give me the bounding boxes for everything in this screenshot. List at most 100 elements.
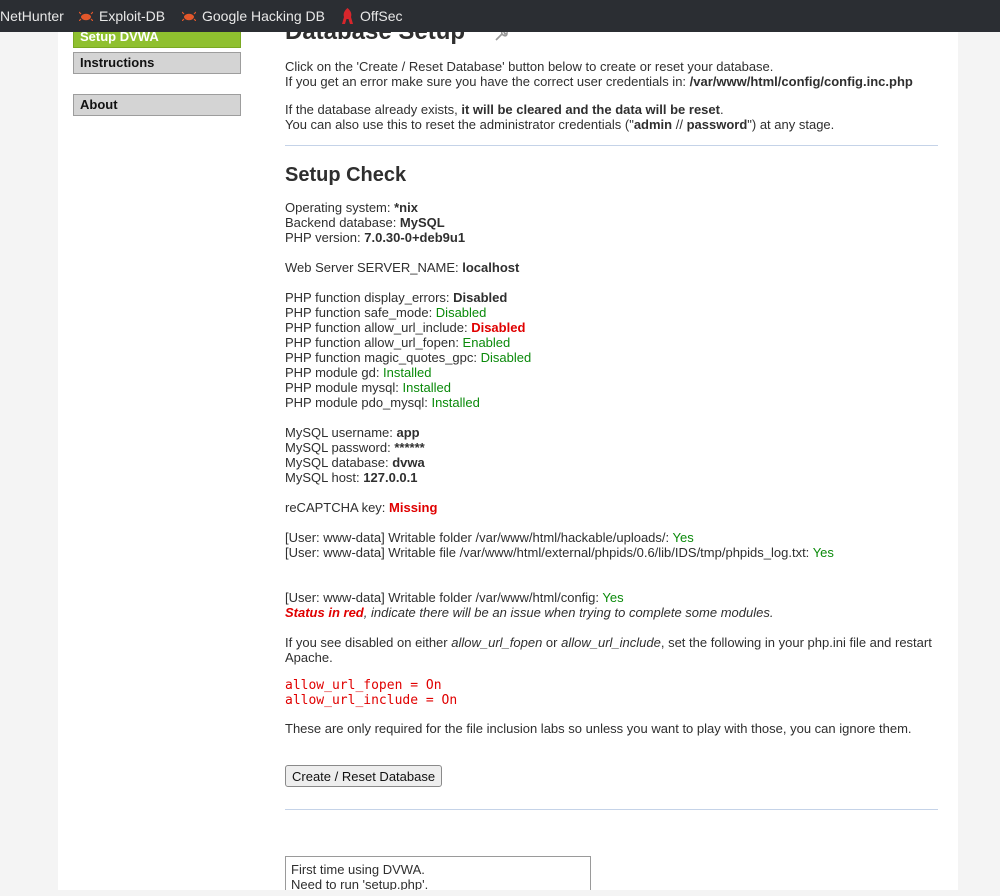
- php-module-row: PHP module mysql: Installed: [285, 380, 451, 395]
- status-value: Yes: [672, 530, 694, 545]
- php-function-row: PHP function allow_url_fopen: Enabled: [285, 335, 510, 350]
- row-label: MySQL database:: [285, 455, 393, 470]
- status-value: Installed: [402, 380, 451, 395]
- about-menu-block: About: [73, 94, 241, 116]
- mysql-row: MySQL host: 127.0.0.1: [285, 470, 418, 485]
- bookmark-label: Exploit-DB: [99, 8, 166, 24]
- intro-line-2: If you get an error make sure you have t…: [285, 74, 913, 89]
- row-label: [User: www-data] Writable file /var/www/…: [285, 545, 813, 560]
- info-line: First time using DVWA.: [291, 862, 425, 877]
- row-value: *nix: [394, 200, 418, 215]
- bookmark-label: OffSec: [360, 8, 403, 24]
- mysql-row: MySQL database: dvwa: [285, 455, 425, 470]
- status-note: Status in red, indicate there will be an…: [285, 605, 773, 620]
- config-path: /var/www/html/config/config.inc.php: [689, 74, 913, 89]
- bookmark-nethunter[interactable]: NetHunter: [0, 0, 64, 32]
- intro-text: .: [719, 102, 724, 117]
- labs-note: These are only required for the file inc…: [285, 721, 912, 736]
- writable-row: [User: www-data] Writable folder /var/ww…: [285, 590, 624, 605]
- create-reset-database-button[interactable]: Create / Reset Database: [285, 765, 443, 787]
- bookmark-label: NetHunter: [0, 8, 64, 24]
- row-label: PHP function magic_quotes_gpc:: [285, 350, 481, 365]
- php-version-row: PHP version: 7.0.30-0+deb9u1: [285, 230, 465, 245]
- intro-line-3: If the database already exists, it will …: [285, 102, 724, 117]
- row-value: MySQL: [399, 215, 445, 230]
- row-label: reCAPTCHA key:: [285, 500, 390, 515]
- status-value: Enabled: [462, 335, 511, 350]
- server-name-row: Web Server SERVER_NAME: localhost: [285, 260, 519, 275]
- row-label: [User: www-data] Writable folder /var/ww…: [285, 530, 673, 545]
- note-text: If you see disabled on either: [285, 635, 452, 650]
- row-label: Backend database:: [285, 215, 400, 230]
- intro-text: You can also use this to reset the admin…: [285, 117, 634, 132]
- row-value: app: [396, 425, 420, 440]
- row-label: PHP module gd:: [285, 365, 384, 380]
- row-label: PHP function allow_url_include:: [285, 320, 472, 335]
- ini-line: allow_url_include = On: [285, 693, 458, 708]
- status-value: Installed: [431, 395, 480, 410]
- writable-row: [User: www-data] Writable file /var/www/…: [285, 545, 834, 560]
- recaptcha-row: reCAPTCHA key: Missing: [285, 500, 437, 515]
- bookmark-exploit-db[interactable]: Exploit-DB: [79, 0, 165, 32]
- note-setting: allow_url_fopen: [451, 635, 543, 650]
- php-function-row: PHP function display_errors: Disabled: [285, 290, 507, 305]
- ghdb-icon: [182, 11, 196, 21]
- php-module-row: PHP module pdo_mysql: Installed: [285, 395, 480, 410]
- status-value: Missing: [389, 500, 438, 515]
- intro-line-1: Click on the 'Create / Reset Database' b…: [285, 59, 774, 74]
- status-value: Disabled: [480, 350, 532, 365]
- row-value: localhost: [462, 260, 520, 275]
- row-label: MySQL username:: [285, 425, 397, 440]
- row-label: PHP function display_errors:: [285, 290, 454, 305]
- note-text: , set the following in your php.ini file…: [660, 635, 932, 650]
- status-value: Yes: [812, 545, 834, 560]
- row-label: MySQL password:: [285, 440, 395, 455]
- bookmark-offsec[interactable]: OffSec: [341, 0, 403, 32]
- row-label: PHP module mysql:: [285, 380, 403, 395]
- status-value: Disabled: [471, 320, 526, 335]
- os-row: Operating system: *nix: [285, 200, 418, 215]
- offsec-icon: [342, 8, 353, 24]
- status-note-red: Status in red: [285, 605, 364, 620]
- status-value: Disabled: [435, 305, 487, 320]
- backend-db-row: Backend database: MySQL: [285, 215, 445, 230]
- setup-check-heading: Setup Check: [285, 164, 407, 186]
- bookmark-google-hacking-db[interactable]: Google Hacking DB: [182, 0, 325, 32]
- row-label: PHP function allow_url_fopen:: [285, 335, 463, 350]
- row-value: dvwa: [392, 455, 425, 470]
- row-value: 127.0.0.1: [363, 470, 418, 485]
- mysql-row: MySQL username: app: [285, 425, 420, 440]
- disabled-note: If you see disabled on either allow_url_…: [285, 635, 932, 650]
- info-line: Need to run 'setup.php'.: [291, 877, 429, 890]
- ini-line: allow_url_fopen = On: [285, 678, 442, 693]
- intro-warning: it will be cleared and the data will be …: [461, 102, 720, 117]
- row-value: ******: [394, 440, 425, 455]
- php-function-row: PHP function safe_mode: Disabled: [285, 305, 486, 320]
- intro-text: If the database already exists,: [285, 102, 462, 117]
- menu-item-setup-dvwa[interactable]: Setup DVWA: [73, 32, 241, 48]
- php-function-row: PHP function allow_url_include: Disabled: [285, 320, 525, 335]
- intro-text: //: [672, 117, 687, 132]
- info-message-box: First time using DVWA. Need to run 'setu…: [285, 856, 591, 890]
- mysql-row: MySQL password: ******: [285, 440, 425, 455]
- php-function-row: PHP function magic_quotes_gpc: Disabled: [285, 350, 531, 365]
- row-label: MySQL host:: [285, 470, 364, 485]
- row-value: 7.0.30-0+deb9u1: [364, 230, 466, 245]
- row-label: PHP version:: [285, 230, 365, 245]
- row-label: PHP function safe_mode:: [285, 305, 436, 320]
- status-value: Yes: [602, 590, 624, 605]
- intro-line-4: You can also use this to reset the admin…: [285, 117, 834, 132]
- admin-password: password: [686, 117, 748, 132]
- php-module-row: PHP module gd: Installed: [285, 365, 431, 380]
- writable-row: [User: www-data] Writable folder /var/ww…: [285, 530, 694, 545]
- main-menu-block: Setup DVWA Instructions: [73, 32, 241, 74]
- bookmark-label: Google Hacking DB: [202, 8, 325, 24]
- menu-item-about[interactable]: About: [73, 94, 241, 116]
- note-text: or: [542, 635, 562, 650]
- page-title: Database Setup: [285, 32, 465, 46]
- row-label: PHP module pdo_mysql:: [285, 395, 432, 410]
- dvwa-page-container: Setup DVWA Instructions About Database S…: [58, 32, 958, 890]
- exploit-db-icon: [79, 11, 93, 21]
- intro-text: ") at any stage.: [747, 117, 835, 132]
- menu-item-instructions[interactable]: Instructions: [73, 52, 241, 74]
